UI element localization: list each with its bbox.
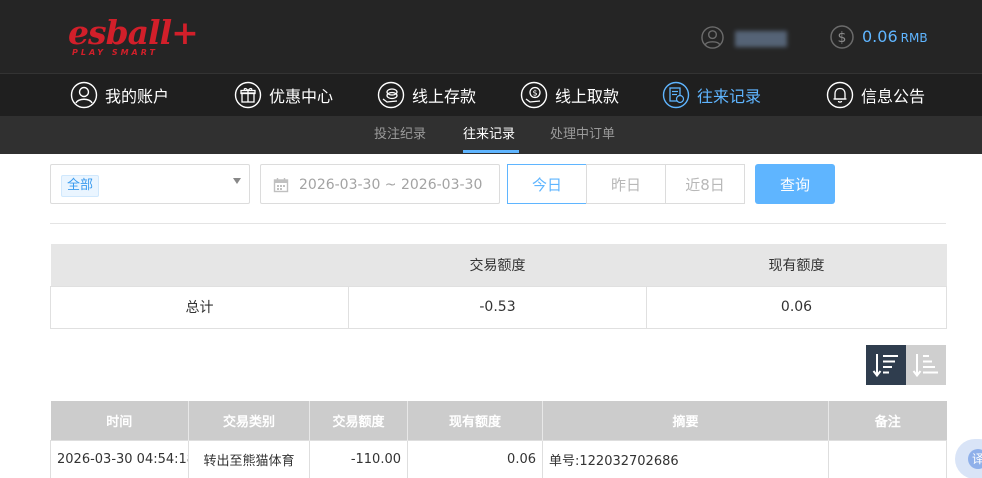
cell-time: 2026-03-30 04:54:18 <box>50 439 189 478</box>
nav-deposit[interactable]: 线上存款 <box>377 80 476 110</box>
dropdown-arrow-icon[interactable] <box>233 178 241 184</box>
summary-header-blank <box>50 244 349 286</box>
deposit-icon <box>377 81 405 109</box>
nav-label: 我的账户 <box>105 87 170 106</box>
esball-logo[interactable]: esball+ PLAY SMART <box>68 14 199 60</box>
nav-label: 信息公告 <box>861 87 926 106</box>
summary-total-label: 总计 <box>50 285 349 329</box>
subtab-pending-orders[interactable]: 处理中订单 <box>550 126 615 144</box>
cell-amount: -110.00 <box>309 439 408 478</box>
yesterday-button[interactable]: 昨日 <box>586 164 666 204</box>
header-time: 时间 <box>50 401 189 440</box>
summary-total-amount: -0.53 <box>348 285 647 329</box>
withdraw-icon: $ <box>520 81 548 109</box>
dollar-icon: $ <box>830 25 854 49</box>
nav-label: 线上存款 <box>412 87 477 106</box>
sub-nav: 投注纪录 往来记录 处理中订单 <box>0 116 982 154</box>
header-note: 备注 <box>828 401 947 440</box>
date-range-picker[interactable]: 2026-03-30 ~ 2026-03-30 <box>260 164 500 204</box>
user-icon[interactable] <box>701 26 724 49</box>
filter-divider <box>50 223 946 224</box>
sort-descending-button[interactable] <box>866 345 906 385</box>
active-tab-indicator <box>463 150 519 153</box>
main-nav: 我的账户 优惠中心 线上存款 $ 线上取款 往来记录 信息公告 <box>0 73 982 116</box>
nav-promotions[interactable]: 优惠中心 <box>234 80 333 110</box>
summary-header-amount: 交易额度 <box>348 244 647 286</box>
gift-icon <box>234 81 262 109</box>
last-8-days-button[interactable]: 近8日 <box>665 164 745 204</box>
nav-label: 线上取款 <box>555 87 620 106</box>
balance-amount: 0.06 <box>862 27 898 46</box>
svg-text:$: $ <box>838 30 847 46</box>
nav-announcements[interactable]: 信息公告 <box>826 80 925 110</box>
user-circle-icon <box>70 81 98 109</box>
cell-type: 转出至熊猫体育 <box>188 439 310 478</box>
header-balance: 现有额度 <box>407 401 543 440</box>
query-button[interactable]: 查询 <box>755 164 835 204</box>
summary-header-row: 交易额度 现有额度 <box>50 244 947 286</box>
header-summary: 摘要 <box>542 401 829 440</box>
summary-table: 交易额度 现有额度 总计 -0.53 0.06 <box>50 244 947 329</box>
header-amount: 交易额度 <box>309 401 408 440</box>
table-row: 2026-03-30 04:54:18 转出至熊猫体育 -110.00 0.06… <box>50 439 947 478</box>
sort-descending-icon <box>872 354 898 378</box>
logo-text: esball+ <box>68 13 199 52</box>
subtab-transaction-records[interactable]: 往来记录 <box>463 126 515 144</box>
category-selected-tag[interactable]: 全部 <box>61 175 100 197</box>
nav-withdraw[interactable]: $ 线上取款 <box>520 80 619 110</box>
nav-records[interactable]: 往来记录 <box>662 80 761 110</box>
username-blurred <box>735 31 787 47</box>
top-header: esball+ PLAY SMART $ 0.06 RMB <box>0 0 982 73</box>
summary-header-balance: 现有额度 <box>646 244 947 286</box>
subtab-bet-records[interactable]: 投注纪录 <box>374 126 426 144</box>
today-button[interactable]: 今日 <box>507 164 587 204</box>
translate-floating-button[interactable]: 译 <box>955 439 982 478</box>
sort-ascending-icon <box>912 354 938 378</box>
category-select[interactable]: 全部 <box>50 164 250 204</box>
balance-currency: RMB <box>900 31 928 45</box>
logo-tagline: PLAY SMART <box>72 48 158 57</box>
nav-label: 往来记录 <box>697 87 762 106</box>
calendar-icon <box>273 178 289 193</box>
header-type: 交易类别 <box>188 401 310 440</box>
records-icon <box>662 81 690 109</box>
bell-icon <box>826 81 854 109</box>
nav-my-account[interactable]: 我的账户 <box>70 80 169 110</box>
translate-icon: 译 <box>968 449 982 469</box>
cell-note <box>828 439 947 478</box>
cell-balance: 0.06 <box>407 439 543 478</box>
summary-total-balance: 0.06 <box>646 285 947 329</box>
cell-summary: 单号:122032702686 <box>542 439 829 478</box>
sort-ascending-button[interactable] <box>906 345 946 385</box>
date-range-value: 2026-03-30 ~ 2026-03-30 <box>299 177 483 193</box>
records-table: 时间 交易类别 交易额度 现有额度 摘要 备注 2026-03-30 04:54… <box>50 401 947 478</box>
balance-display: 0.06 RMB <box>862 27 928 48</box>
records-header-row: 时间 交易类别 交易额度 现有额度 摘要 备注 <box>50 401 947 440</box>
summary-total-row: 总计 -0.53 0.06 <box>50 285 947 329</box>
svg-text:$: $ <box>532 89 537 98</box>
nav-label: 优惠中心 <box>269 87 334 106</box>
